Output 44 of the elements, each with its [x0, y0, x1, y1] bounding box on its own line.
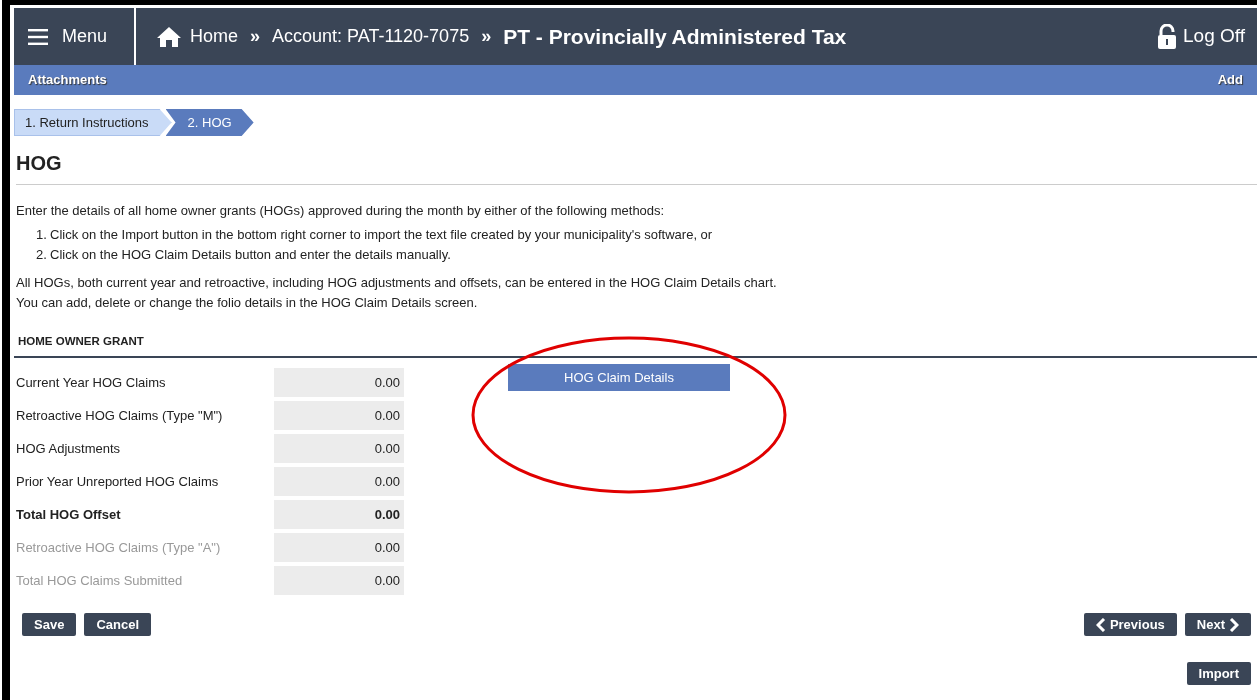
amount-field: 0.00	[274, 533, 404, 563]
field-label: Current Year HOG Claims	[15, 374, 167, 392]
note-text: You can add, delete or change the folio details in the HOG Claim Details screen.	[16, 294, 479, 312]
next-button[interactable]: Next	[1184, 613, 1251, 637]
method-item: Click on the Import button in the bottom right corner to import the text file created by your municipality's software, or	[50, 226, 713, 244]
cancel-button[interactable]: Cancel	[84, 613, 151, 637]
field-label: Total HOG Offset	[15, 506, 122, 524]
amount-field: 0.00	[274, 401, 404, 431]
section-title: HOME OWNER GRANT	[14, 333, 1257, 359]
separator-text: »	[250, 25, 261, 48]
amount-field: 0.00	[274, 500, 404, 530]
home-icon	[156, 25, 182, 48]
amount-field: 0.00	[274, 368, 404, 398]
field-label: Retroactive HOG Claims (Type "M")	[15, 407, 224, 425]
list-number: 1.	[36, 226, 48, 244]
amount-field: 0.00	[274, 467, 404, 497]
amount-field: 0.00	[274, 566, 404, 596]
list-number: 2.	[36, 246, 48, 264]
page-heading: PT - Provincially Administered Tax	[503, 23, 847, 50]
intro-text: Enter the details of all home owner grants (HOGs) approved during the month by either of the following methods:	[16, 202, 666, 220]
home-link[interactable]: Home	[156, 23, 238, 50]
field-label: Total HOG Claims Submitted	[15, 572, 184, 590]
hog-claim-details-button[interactable]: HOG Claim Details	[508, 364, 730, 392]
import-button[interactable]: Import	[1186, 662, 1251, 686]
add-link[interactable]: Add	[1217, 70, 1243, 90]
method-item: Click on the HOG Claim Details button and enter the details manually.	[50, 246, 451, 264]
separator-text: »	[481, 25, 492, 48]
amount-field: 0.00	[274, 434, 404, 464]
previous-button[interactable]: Previous	[1083, 613, 1177, 637]
account-link[interactable]: Account: PAT-1120-7075	[272, 23, 470, 50]
step-tab[interactable]: 1. Return Instructions	[14, 109, 172, 136]
note-text: All HOGs, both current year and retroactive, including HOG adjustments and offsets, can be entered in the HOG Claim Details chart.	[16, 274, 778, 292]
log-off-button[interactable]: Log Off	[1157, 22, 1257, 51]
chevron-right-icon	[1229, 617, 1239, 632]
field-label: Prior Year Unreported HOG Claims	[15, 473, 220, 491]
page-title: HOG	[16, 148, 1257, 185]
chevron-left-icon	[1095, 617, 1106, 632]
attachments-title: Attachments	[28, 71, 107, 90]
menu-icon	[28, 28, 48, 45]
step-tab[interactable]: 2. HOG	[165, 109, 254, 136]
field-label: Retroactive HOG Claims (Type "A")	[15, 539, 222, 557]
save-button[interactable]: Save	[22, 613, 77, 637]
field-label: HOG Adjustments	[15, 440, 122, 458]
padlock-icon	[1157, 23, 1177, 50]
